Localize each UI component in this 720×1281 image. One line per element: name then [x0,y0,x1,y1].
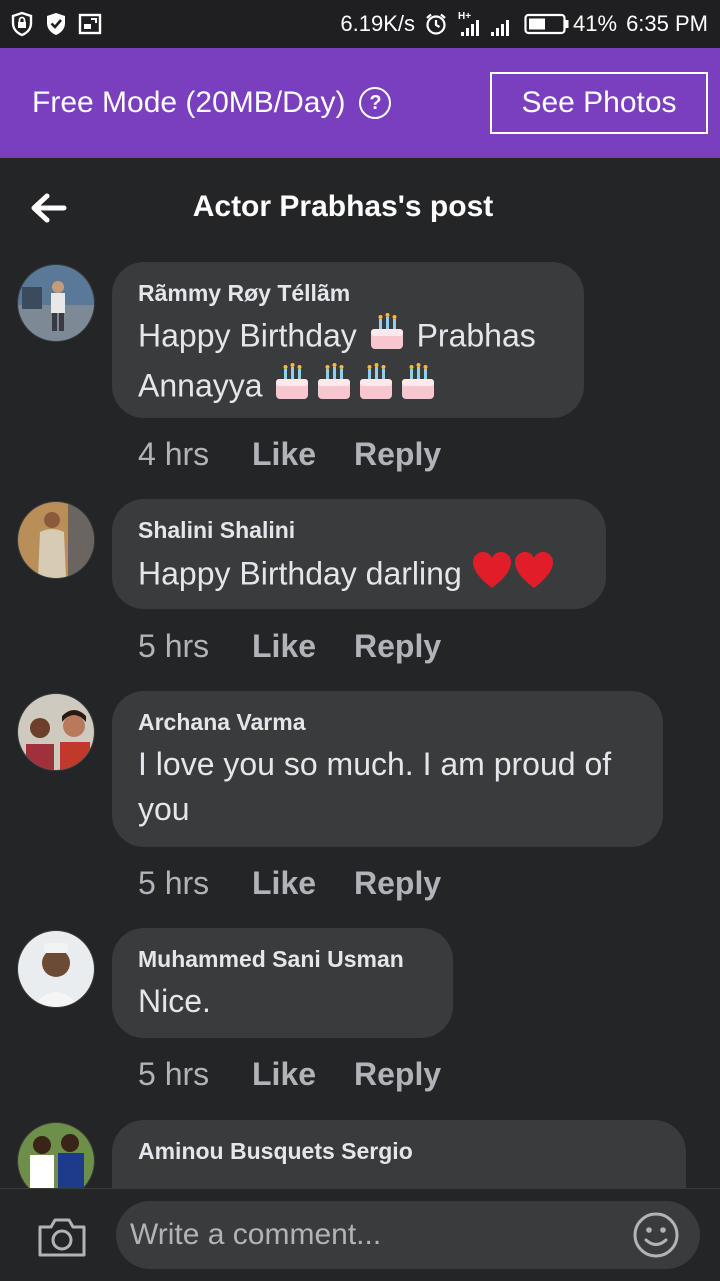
reply-button[interactable]: Reply [354,628,441,665]
comment-time: 5 hrs [138,628,210,664]
avatar[interactable] [17,693,95,771]
comment-time: 5 hrs [138,1056,210,1092]
battery-percent: 41% [573,11,618,36]
smiley-icon[interactable] [632,1211,680,1259]
help-icon[interactable]: ? [359,87,392,119]
heart-emoji [471,550,513,602]
comment-text: Happy Birthday darling [138,550,580,602]
alarm-icon [424,12,448,36]
battery: 41% [524,11,617,37]
avatar[interactable] [17,930,95,1008]
comment-author[interactable]: Shalini Shalini [138,517,580,544]
like-button[interactable]: Like [252,865,354,902]
comment-time: 5 hrs [138,865,210,901]
avatar[interactable] [17,264,95,342]
cake-emoji [272,363,312,413]
comment-author[interactable]: Aminou Busquets Sergio [138,1138,660,1165]
avatar[interactable] [17,1122,95,1188]
clock: 6:35 PM [626,11,708,36]
cake-emoji [367,313,407,363]
comment-bubble[interactable]: Shalini Shalini Happy Birthday darling [112,499,606,609]
comment-text-part: Annayya [138,367,263,404]
comment-actions: 5 hrs Like Reply [138,865,441,902]
like-button[interactable]: Like [252,628,354,665]
free-mode-label: Free Mode (20MB/Day) [32,86,346,119]
free-mode-info[interactable]: Free Mode (20MB/Day) ? [32,86,392,120]
comment-author[interactable]: Rãmmy Røy Téllãm [138,280,558,307]
status-bar: 6.19K/s H+ 41% 6:35 PM [0,0,720,48]
status-bar-right: 6.19K/s H+ 41% 6:35 PM [340,10,708,38]
page-title: Actor Prabhas's post [192,190,494,223]
free-mode-banner: Free Mode (20MB/Day) ? See Photos [0,48,720,158]
comment-text: I love you so much. I am proud of you [138,742,637,832]
comment-text-part: I love you so much. I am proud of [138,746,612,782]
comment-bubble[interactable]: Archana Varma I love you so much. I am p… [112,691,663,847]
reply-button[interactable]: Reply [354,436,441,473]
comment-composer [0,1188,720,1281]
signal-icon: H+ [457,10,515,38]
like-button[interactable]: Like [252,1056,354,1093]
comment-text-part: Happy Birthday darling [138,555,462,592]
avatar[interactable] [17,501,95,579]
comment-input[interactable] [116,1201,700,1269]
reply-button[interactable]: Reply [354,865,441,902]
battery-icon [524,13,569,35]
comment-item: Aminou Busquets Sergio [0,1120,720,1188]
comment-text-part: Prabhas [416,317,536,354]
comment-text: Happy Birthday Prabhas Annayya [138,313,558,413]
network-speed: 6.19K/s [340,11,416,36]
like-button[interactable]: Like [252,436,354,473]
screen-icon [78,12,102,36]
comment-bubble[interactable]: Muhammed Sani Usman Nice. [112,928,453,1038]
cake-emoji [398,363,438,413]
heart-emoji [513,550,555,602]
reply-button[interactable]: Reply [354,1056,441,1093]
comment-text: Nice. [138,983,211,1019]
comment-bubble[interactable]: Rãmmy Røy Téllãm Happy Birthday Prabhas … [112,262,584,418]
comment-text-part: you [138,791,190,827]
comment-time: 4 hrs [138,436,210,472]
see-photos-button[interactable]: See Photos [490,72,708,134]
comment-bubble[interactable]: Aminou Busquets Sergio [112,1120,686,1188]
network-type: H+ [458,11,471,22]
post-header: Actor Prabhas's post [0,158,720,258]
check-shield-icon [44,11,68,37]
comment-author[interactable]: Archana Varma [138,709,637,736]
cake-emoji [356,363,396,413]
comment-author[interactable]: Muhammed Sani Usman [138,946,427,973]
comment-text-part: Happy Birthday [138,317,357,354]
status-bar-left [10,11,102,37]
shield-icon [10,11,34,37]
camera-icon[interactable] [36,1215,88,1259]
comment-actions: 5 hrs Like Reply [138,628,441,665]
cake-emoji [314,363,354,413]
comment-actions: 5 hrs Like Reply [138,1056,441,1093]
comment-actions: 4 hrs Like Reply [138,436,441,473]
